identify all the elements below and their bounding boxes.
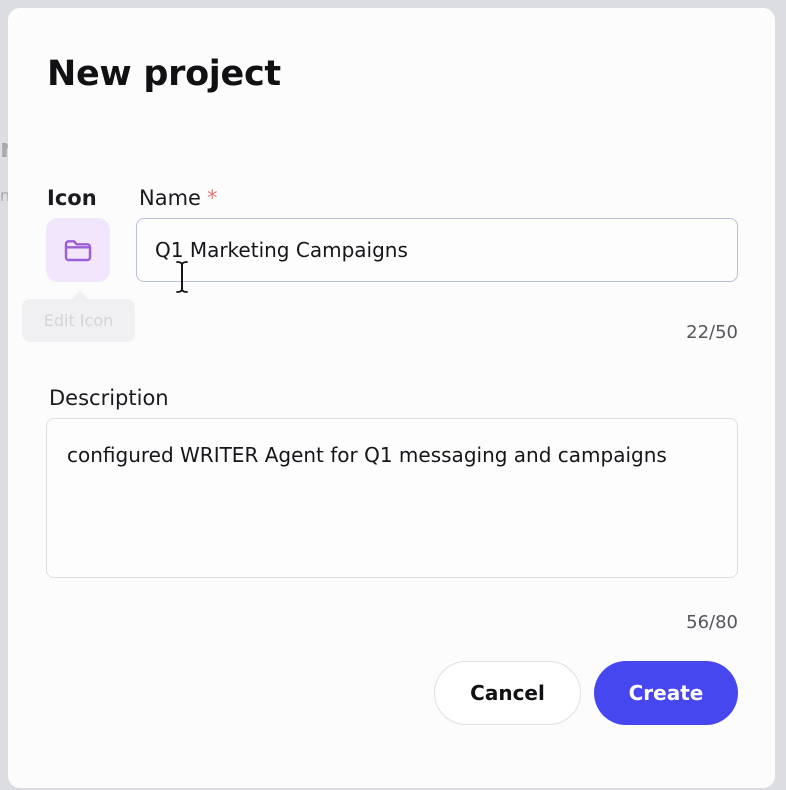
description-field-label: Description (49, 386, 169, 410)
description-char-counter: 56/80 (686, 612, 738, 633)
name-label-text: Name (139, 186, 201, 210)
create-button[interactable]: Create (594, 661, 738, 725)
cancel-button[interactable]: Cancel (434, 661, 581, 725)
edit-icon-tooltip: Edit Icon (22, 291, 135, 342)
text-cursor-icon (176, 261, 188, 293)
icon-field-label: Icon (47, 186, 97, 210)
name-char-counter: 22/50 (686, 322, 738, 343)
new-project-modal: New project Icon Name* Edit Icon 22/50 D… (8, 8, 775, 788)
edit-icon-button[interactable] (46, 218, 110, 282)
folder-icon (64, 240, 92, 262)
name-field-label: Name * (139, 186, 217, 210)
required-marker: * (206, 186, 218, 210)
project-name-input[interactable] (136, 218, 738, 282)
modal-title: New project (47, 54, 281, 94)
description-textarea[interactable]: configured WRITER Agent for Q1 messaging… (46, 418, 738, 578)
